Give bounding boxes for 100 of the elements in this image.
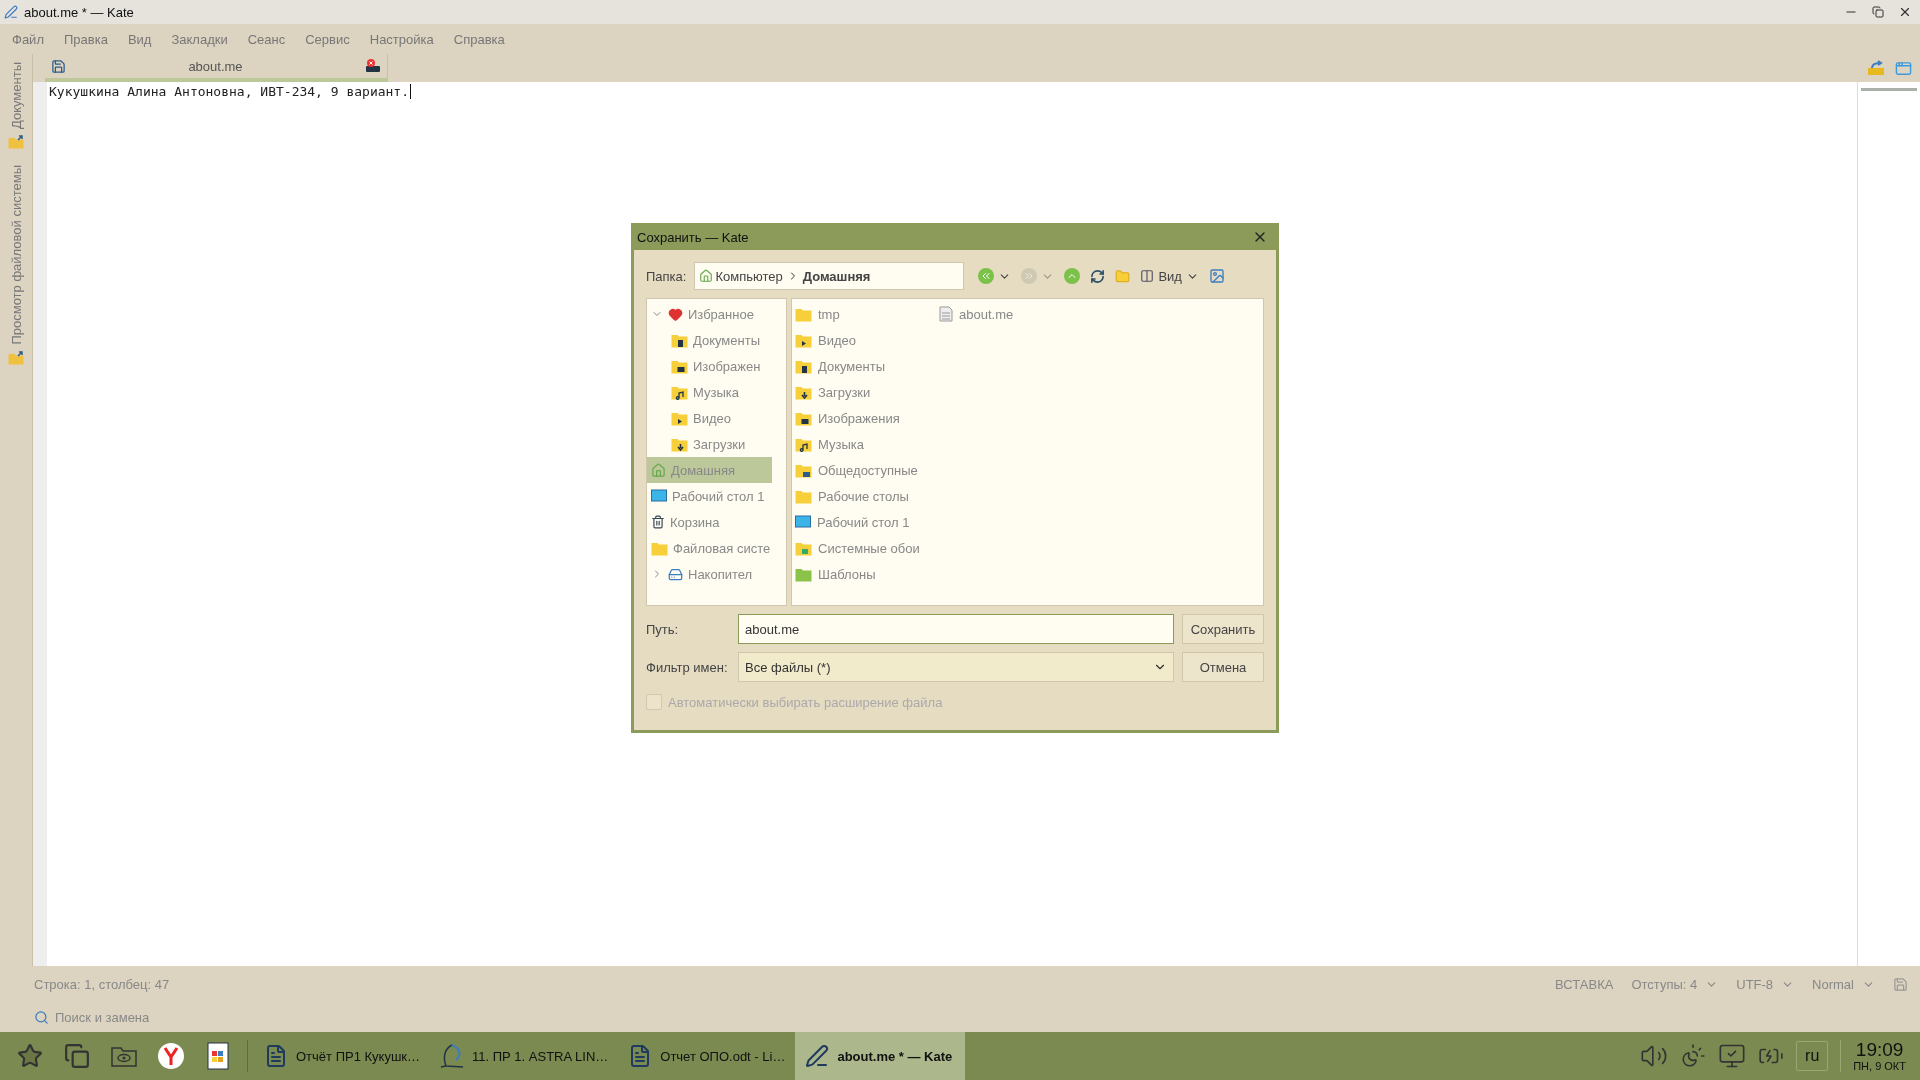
- save-button[interactable]: Сохранить: [1182, 614, 1264, 644]
- menu-item[interactable]: Правка: [53, 31, 118, 47]
- taskbar-window[interactable]: Отчёт ПР1 Кукушк…: [254, 1032, 430, 1080]
- home-icon: [651, 462, 666, 478]
- documents-folder-icon: [671, 332, 688, 348]
- places-item[interactable]: Накопител: [647, 561, 772, 587]
- places-item[interactable]: Изображен: [647, 353, 772, 379]
- reload-icon: [1090, 268, 1106, 284]
- menu-item[interactable]: Настройка: [359, 31, 444, 47]
- notepad-icon: [805, 1044, 830, 1068]
- checkbox-label: Автоматически выбирать расширение файла: [668, 694, 943, 710]
- music-folder-icon: [671, 384, 688, 400]
- menu-item[interactable]: Вид: [117, 31, 162, 47]
- keyboard-layout-button[interactable]: ru: [1796, 1041, 1829, 1071]
- star-icon: [16, 1043, 43, 1069]
- places-item[interactable]: Избранное: [647, 301, 772, 327]
- save-icon[interactable]: [1893, 976, 1908, 992]
- menu-item[interactable]: Сервис: [295, 31, 360, 47]
- file-item[interactable]: Документы: [795, 353, 923, 379]
- pictures-folder-icon: [795, 410, 812, 426]
- menu-item[interactable]: Сеанс: [237, 31, 296, 47]
- filter-label: Фильтр имен:: [646, 659, 729, 675]
- path-label: Путь:: [646, 621, 680, 637]
- file-item[interactable]: Загрузки: [795, 379, 923, 405]
- search-replace-button[interactable]: Поиск и замена: [34, 1009, 150, 1025]
- cancel-button[interactable]: Отмена: [1182, 652, 1264, 682]
- taskbar-window[interactable]: 11. ПР 1. ASTRA LIN…: [430, 1032, 619, 1080]
- places-item[interactable]: Файловая систе: [647, 535, 772, 561]
- downloads-folder-icon: [671, 436, 688, 452]
- file-item[interactable]: tmp: [795, 301, 923, 327]
- folder-icon: [8, 135, 24, 149]
- folder-icon: [795, 306, 812, 322]
- places-item[interactable]: Корзина: [647, 509, 772, 535]
- downloads-folder-icon: [795, 384, 812, 400]
- office-document-icon: [206, 1042, 229, 1070]
- drive-icon: [668, 566, 683, 582]
- trash-icon: [651, 515, 665, 529]
- file-item[interactable]: Рабочий стол 1: [795, 509, 923, 535]
- places-item[interactable]: Рабочий стол 1: [647, 483, 772, 509]
- picture-icon: [1208, 268, 1225, 284]
- display-icon[interactable]: [1718, 1042, 1747, 1070]
- folder-eye-icon: [109, 1044, 138, 1068]
- places-item[interactable]: Документы: [647, 327, 772, 353]
- file-item[interactable]: Шаблоны: [795, 561, 923, 587]
- new-folder-icon: [1115, 268, 1131, 284]
- search-icon: [34, 1009, 49, 1025]
- highlighting-dropdown[interactable]: Normal: [1812, 976, 1875, 992]
- close-icon: [1898, 5, 1912, 19]
- documents-folder-icon: [795, 358, 812, 374]
- folder-arrow-icon[interactable]: [1867, 60, 1885, 76]
- monitor-icon: [651, 489, 667, 503]
- close-document-icon[interactable]: [365, 58, 381, 74]
- pictures-folder-icon: [671, 358, 688, 374]
- browser-logo: [156, 1042, 185, 1070]
- file-item[interactable]: Музыка: [795, 431, 923, 457]
- folder-icon: [8, 350, 24, 365]
- app-icon: [4, 5, 18, 19]
- feather-icon: [440, 1044, 464, 1068]
- file-item[interactable]: Видео: [795, 327, 923, 353]
- indent-dropdown[interactable]: Отступы: 4: [1631, 976, 1719, 992]
- file-item[interactable]: Изображения: [795, 405, 923, 431]
- clock[interactable]: 19:09 ПН, 9 ОКТ: [1840, 1040, 1906, 1072]
- file-item[interactable]: about.me: [939, 301, 1067, 327]
- menu-item[interactable]: Справка: [443, 31, 515, 47]
- save-icon: [51, 58, 66, 74]
- places-item[interactable]: Домашняя: [647, 457, 772, 483]
- places-item[interactable]: Видео: [647, 405, 772, 431]
- side-panel-tab[interactable]: Просмотр файловой системы: [8, 161, 24, 369]
- dialog-title: Сохранить — Kate: [637, 229, 749, 245]
- path-field[interactable]: about.me: [738, 614, 1174, 644]
- places-item[interactable]: Музыка: [647, 379, 772, 405]
- input-mode-button[interactable]: ВСТАВКА: [1555, 976, 1614, 992]
- places-item[interactable]: Загрузки: [647, 431, 772, 457]
- video-folder-icon: [795, 332, 812, 348]
- heart-icon: [668, 306, 683, 322]
- menu-item[interactable]: Закладки: [161, 31, 238, 47]
- taskbar-window[interactable]: Отчет ОПО.odt - Li…: [618, 1032, 796, 1080]
- split-view-icon[interactable]: [1895, 59, 1912, 77]
- breadcrumb-item[interactable]: Компьютер: [699, 268, 783, 284]
- side-panel-tab[interactable]: Документы: [8, 58, 24, 153]
- filter-dropdown[interactable]: Все файлы (*): [738, 652, 1174, 682]
- file-item[interactable]: Рабочие столы: [795, 483, 923, 509]
- brightness-icon[interactable]: [1680, 1043, 1707, 1069]
- monitor-icon: [795, 515, 811, 529]
- file-item[interactable]: Системные обои: [795, 535, 923, 561]
- windows-icon: [63, 1043, 90, 1069]
- taskbar-window[interactable]: about.me * — Kate: [795, 1032, 966, 1080]
- restore-icon: [1872, 6, 1884, 18]
- folder-icon: [795, 566, 812, 582]
- file-icon: [939, 306, 953, 322]
- view-button[interactable]: Вид: [1138, 268, 1201, 284]
- menu-item[interactable]: Файл: [2, 31, 54, 47]
- music-folder-icon: [795, 436, 812, 452]
- columns-icon: [1140, 269, 1155, 283]
- folder-icon: [795, 488, 812, 504]
- breadcrumb-item[interactable]: Домашняя: [802, 268, 871, 284]
- encoding-dropdown[interactable]: UTF-8: [1736, 976, 1795, 992]
- file-item[interactable]: Общедоступные: [795, 457, 923, 483]
- folder-icon: [651, 540, 668, 556]
- pictures-folder-icon: [795, 540, 812, 556]
